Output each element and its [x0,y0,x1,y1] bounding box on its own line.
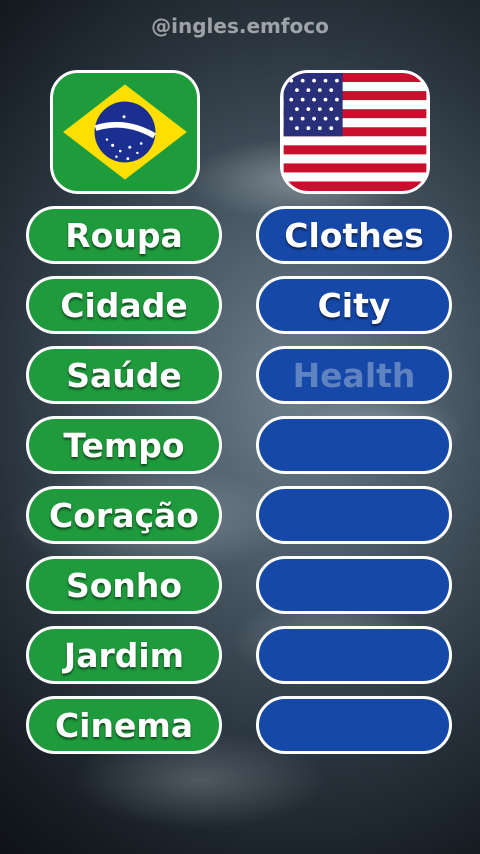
word-pill-pt: Cidade [26,276,222,334]
word-pill-en-empty [256,486,452,544]
word-pill-en: Clothes [256,206,452,264]
word-pill-en-empty [256,696,452,754]
usa-flag-icon [280,70,430,194]
watermark: @ingles.emfoco [151,14,329,38]
word-pill-en: City [256,276,452,334]
word-pill-pt: Roupa [26,206,222,264]
word-pill-en: Health [256,346,452,404]
word-pill-en-empty [256,416,452,474]
word-pill-pt: Saúde [26,346,222,404]
portuguese-word-list: Roupa Cidade Saúde Tempo Coração Sonho J… [26,206,222,766]
word-pill-pt: Jardim [26,626,222,684]
brazil-flag-icon [50,70,200,194]
word-pill-pt: Coração [26,486,222,544]
word-pill-pt: Cinema [26,696,222,754]
word-pill-pt: Tempo [26,416,222,474]
word-pill-pt: Sonho [26,556,222,614]
word-pill-en-empty [256,626,452,684]
word-pill-en-empty [256,556,452,614]
english-word-list: Clothes City Health [256,206,452,766]
